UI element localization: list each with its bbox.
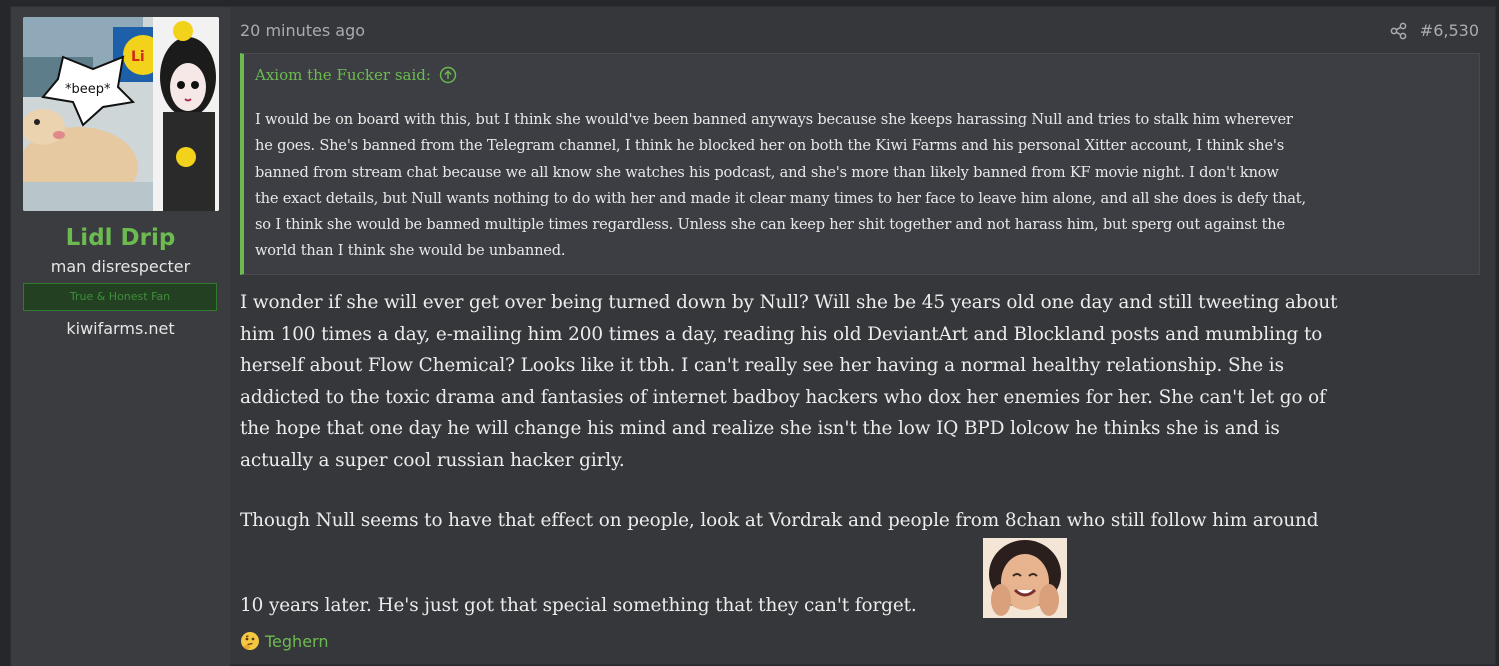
quote-line: I would be on board with this, but I thi… xyxy=(255,111,1293,128)
thinking-face-icon xyxy=(240,631,260,651)
quote-line: world than I think she would be unbanned… xyxy=(255,242,566,260)
user-sidebar: Li *beep* Lidl Drip man disrespecter Tru… xyxy=(11,7,230,666)
post-actions: #6,530 xyxy=(1390,21,1479,40)
quote-line: the exact details, but Null wants nothin… xyxy=(255,189,1306,207)
post-number[interactable]: #6,530 xyxy=(1420,21,1479,40)
message-paragraph: 10 years later. He's just got that speci… xyxy=(240,595,917,616)
message-line: him 100 times a day, e-mailing him 200 t… xyxy=(240,323,1323,345)
message-line: I wonder if she will ever get over being… xyxy=(240,292,1338,313)
message-line: addicted to the toxic drama and fantasie… xyxy=(240,386,1326,408)
page-background: Li *beep* Lidl Drip man disrespecter Tru… xyxy=(0,0,1499,666)
user-banner: True & Honest Fan xyxy=(23,283,217,311)
quote-text: I would be on board with this, but I thi… xyxy=(255,107,1465,265)
quote-line: he goes. She's banned from the Telegram … xyxy=(255,137,1284,155)
quote-header[interactable]: Axiom the Fucker said: xyxy=(255,66,457,84)
message-line: the hope that one day he will change his… xyxy=(240,418,1280,440)
smiling-face-emote xyxy=(983,538,1067,618)
quote-block: Axiom the Fucker said: I would be on boa… xyxy=(240,53,1480,275)
arrow-up-circle-icon[interactable] xyxy=(439,66,457,84)
quote-line: so I think she would be banned multiple … xyxy=(255,216,1285,234)
user-website: kiwifarms.net xyxy=(66,319,175,338)
reaction-user[interactable]: Teghern xyxy=(265,632,328,651)
message-line: herself about Flow Chemical? Looks like … xyxy=(240,355,1284,377)
reactions-bar[interactable]: Teghern xyxy=(240,631,328,651)
user-avatar[interactable]: Li *beep* xyxy=(23,17,219,211)
user-title: man disrespecter xyxy=(50,257,191,276)
svg-text:Li: Li xyxy=(131,49,145,65)
avatar-image: Li *beep* xyxy=(23,17,219,211)
avatar-caption: *beep* xyxy=(65,82,111,97)
forum-post: Li *beep* Lidl Drip man disrespecter Tru… xyxy=(10,6,1496,666)
share-icon[interactable] xyxy=(1390,22,1408,40)
message-line: actually a super cool russian hacker gir… xyxy=(240,449,625,471)
quote-line: banned from stream chat because we all k… xyxy=(255,163,1279,181)
quote-author[interactable]: Axiom the Fucker said: xyxy=(255,66,431,84)
username[interactable]: Lidl Drip xyxy=(11,225,230,251)
message-body: I wonder if she will ever get over being… xyxy=(240,287,1480,477)
message-paragraph: Though Null seems to have that effect on… xyxy=(240,510,1319,531)
post-timestamp[interactable]: 20 minutes ago xyxy=(240,21,365,40)
